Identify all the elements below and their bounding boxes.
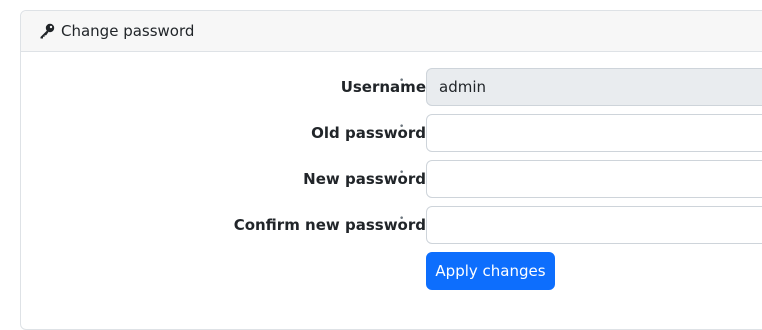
confirm-password-row: Confirm new password • [21,206,762,244]
card-header: Change password [21,11,762,52]
new-password-row: New password • [21,160,762,198]
new-password-label: New password [303,170,426,188]
old-password-row: Old password • [21,114,762,152]
username-label: Username [340,78,426,96]
key-icon [39,23,55,39]
change-password-card: Change password Username • Old password … [20,10,762,330]
confirm-password-label: Confirm new password [233,216,426,234]
required-marker: • [399,122,405,132]
old-password-label: Old password [311,124,426,142]
confirm-password-field[interactable] [426,206,762,244]
card-title: Change password [61,22,195,40]
apply-changes-button[interactable]: Apply changes [426,252,555,290]
required-marker: • [399,168,405,178]
new-password-field[interactable] [426,160,762,198]
required-marker: • [399,76,405,86]
username-field[interactable] [426,68,762,106]
required-marker: • [399,214,405,224]
old-password-field[interactable] [426,114,762,152]
username-row: Username • [21,68,762,106]
